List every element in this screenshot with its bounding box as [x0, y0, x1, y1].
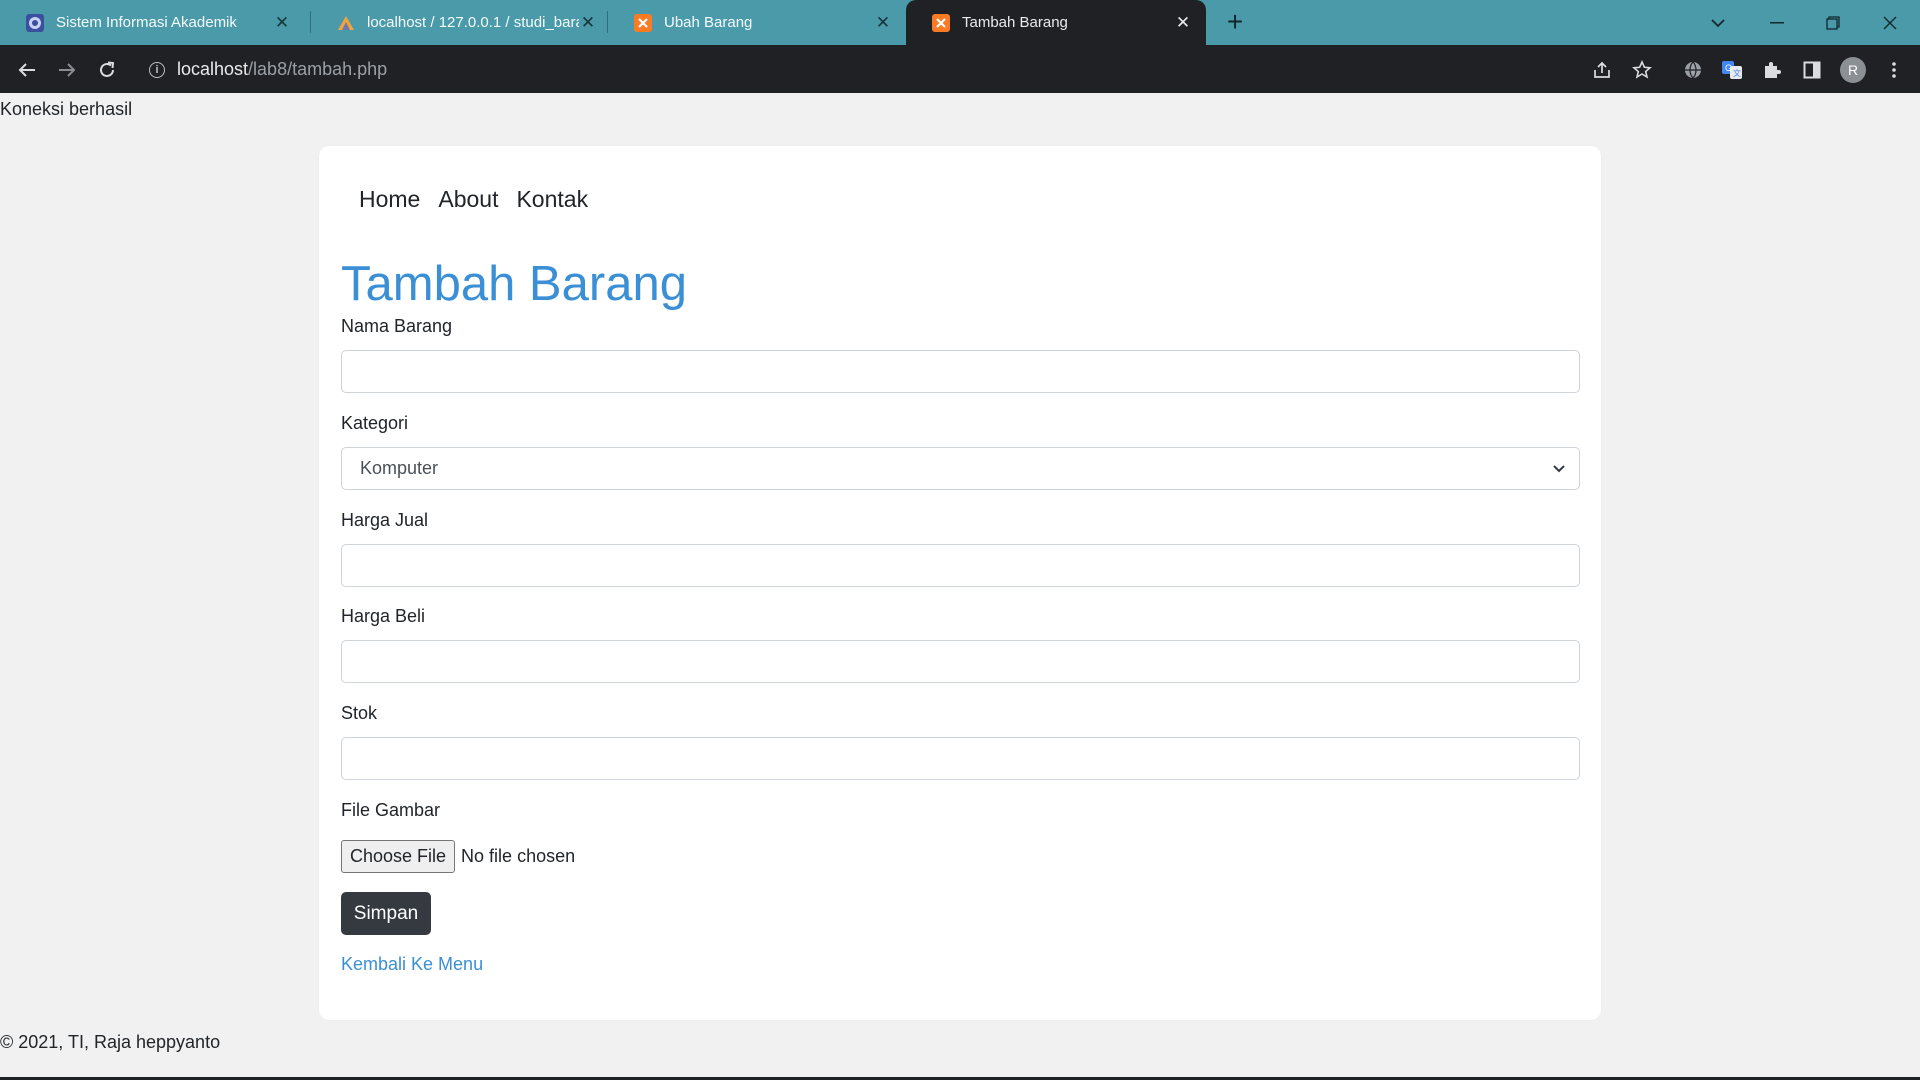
nav-about-link[interactable]: About	[438, 186, 498, 213]
simpan-button[interactable]: Simpan	[341, 892, 431, 935]
page-viewport: Koneksi berhasil Home About Kontak Tamba…	[0, 93, 1920, 1077]
phpmyadmin-icon	[337, 14, 355, 32]
harga-beli-input[interactable]	[341, 640, 1580, 683]
side-panel-icon[interactable]	[1797, 55, 1827, 85]
file-status-text: No file chosen	[461, 846, 576, 866]
site-info-icon[interactable]: i	[137, 61, 177, 78]
tab-title: Sistem Informasi Akademik	[56, 14, 237, 31]
svg-text:G: G	[1725, 63, 1732, 73]
kategori-select[interactable]: Komputer	[341, 447, 1580, 490]
window-close-icon[interactable]	[1862, 0, 1918, 45]
svg-text:文: 文	[1733, 68, 1741, 78]
kategori-selected-value: Komputer	[360, 458, 439, 478]
file-gambar-input[interactable]: Choose File No file chosen	[341, 840, 575, 873]
connection-status: Koneksi berhasil	[0, 99, 133, 119]
reload-icon[interactable]	[92, 55, 122, 85]
kembali-ke-menu-link[interactable]: Kembali Ke Menu	[341, 954, 483, 975]
nav-home-link[interactable]: Home	[359, 186, 420, 213]
close-icon[interactable]: ✕	[579, 13, 597, 32]
browser-toolbar: i localhost/lab8/tambah.php G文 R	[0, 45, 1920, 93]
close-icon[interactable]: ✕	[1174, 13, 1192, 32]
tab-sistem-informasi[interactable]: Sistem Informasi Akademik ✕	[0, 0, 305, 45]
chevron-down-icon	[1553, 465, 1565, 473]
xampp-icon	[932, 13, 950, 32]
forward-arrow-icon[interactable]	[52, 55, 82, 85]
main-card: Home About Kontak Tambah Barang Nama Bar…	[319, 146, 1601, 1020]
close-icon[interactable]: ✕	[874, 13, 892, 32]
menu-kebab-icon[interactable]	[1879, 55, 1909, 85]
stok-label: Stok	[341, 703, 378, 723]
tab-title: Ubah Barang	[664, 14, 753, 31]
harga-beli-label: Harga Beli	[341, 606, 426, 626]
top-nav: Home About Kontak	[359, 186, 588, 213]
xampp-icon	[634, 13, 652, 32]
university-logo-icon	[26, 13, 44, 32]
extensions-puzzle-icon[interactable]	[1757, 55, 1787, 85]
profile-avatar[interactable]: R	[1840, 57, 1866, 83]
restore-icon[interactable]	[1805, 0, 1861, 45]
file-gambar-label: File Gambar	[341, 800, 441, 820]
close-icon[interactable]: ✕	[273, 13, 291, 32]
tab-phpmyadmin[interactable]: localhost / 127.0.0.1 / studi_barang ✕	[311, 0, 611, 45]
back-arrow-icon[interactable]	[12, 55, 42, 85]
tab-title: localhost / 127.0.0.1 / studi_barang	[367, 14, 579, 31]
nama-barang-label: Nama Barang	[341, 316, 453, 336]
kategori-label: Kategori	[341, 413, 409, 433]
tab-search-icon[interactable]	[1690, 0, 1746, 45]
tab-ubah-barang[interactable]: Ubah Barang ✕	[608, 0, 906, 45]
bookmark-star-icon[interactable]	[1627, 55, 1657, 85]
tab-title: Tambah Barang	[962, 14, 1068, 31]
stok-input[interactable]	[341, 737, 1580, 780]
choose-file-button[interactable]: Choose File	[341, 840, 456, 873]
nama-barang-input[interactable]	[341, 350, 1580, 393]
nav-kontak-link[interactable]: Kontak	[516, 186, 588, 213]
footer-copyright: © 2021, TI, Raja heppyanto	[0, 1032, 221, 1052]
minimize-icon[interactable]	[1749, 0, 1805, 45]
globe-extension-icon[interactable]	[1678, 55, 1708, 85]
harga-jual-input[interactable]	[341, 544, 1580, 587]
harga-jual-label: Harga Jual	[341, 510, 429, 530]
address-bar[interactable]: i localhost/lab8/tambah.php	[137, 51, 1647, 88]
tab-tambah-barang[interactable]: Tambah Barang ✕	[906, 0, 1206, 45]
share-icon[interactable]	[1587, 55, 1617, 85]
url-text: localhost/lab8/tambah.php	[177, 59, 388, 79]
translate-icon[interactable]: G文	[1717, 55, 1747, 85]
new-tab-button[interactable]: +	[1219, 6, 1251, 38]
page-title: Tambah Barang	[341, 257, 687, 311]
tab-strip: Sistem Informasi Akademik ✕ localhost / …	[0, 0, 1920, 45]
